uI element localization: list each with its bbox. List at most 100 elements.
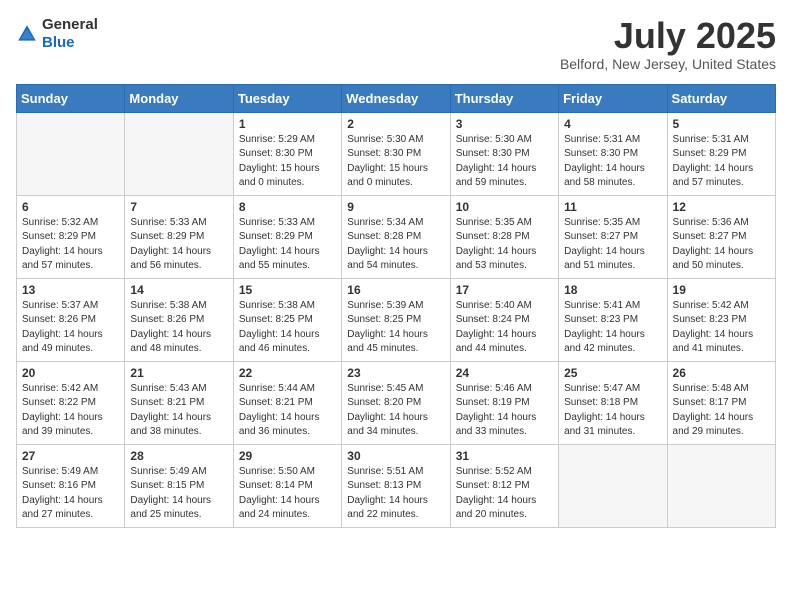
day-info-14: Sunrise: 5:38 AM Sunset: 8:26 PM Dayligh…	[130, 299, 227, 357]
calendar-cell-w5-d3: 29 Sunrise: 5:50 AM Sunset: 8:14 PM Dayli…	[233, 444, 341, 527]
day-info-19: Sunrise: 5:42 AM Sunset: 8:23 PM Dayligh…	[673, 299, 770, 357]
day-info-1: Sunrise: 5:29 AM Sunset: 8:30 PM Dayligh…	[239, 133, 336, 191]
location: Belford, New Jersey, United States	[560, 56, 776, 72]
calendar-cell-w4-d1: 20 Sunrise: 5:42 AM Sunset: 8:22 PM Dayli…	[17, 361, 125, 444]
header-thursday: Thursday	[450, 84, 558, 112]
calendar-body: 1Sunrise: 5:29 AM Sunset: 8:30 PM Daylig…	[17, 112, 776, 527]
calendar-cell-w1-d2	[125, 112, 233, 195]
calendar-cell-w3-d3: 15 Sunrise: 5:38 AM Sunset: 8:25 PM Dayli…	[233, 278, 341, 361]
day-info-20: Sunrise: 5:42 AM Sunset: 8:22 PM Dayligh…	[22, 382, 119, 440]
logo-text: General Blue	[42, 16, 98, 52]
day-info-24: Sunrise: 5:46 AM Sunset: 8:19 PM Dayligh…	[456, 382, 553, 440]
calendar-cell-w3-d2: 14Sunrise: 5:38 AM Sunset: 8:26 PM Dayli…	[125, 278, 233, 361]
day-number-29: 29	[239, 449, 336, 463]
day-number-20: 20	[22, 366, 119, 380]
day-number-18: 18	[564, 283, 661, 297]
day-info-27: Sunrise: 5:49 AM Sunset: 8:16 PM Dayligh…	[22, 465, 119, 523]
week-row-4: 20 Sunrise: 5:42 AM Sunset: 8:22 PM Dayli…	[17, 361, 776, 444]
day-number-19: 19	[673, 283, 770, 297]
calendar-cell-w3-d5: 17 Sunrise: 5:40 AM Sunset: 8:24 PM Dayli…	[450, 278, 558, 361]
week-row-3: 13 Sunrise: 5:37 AM Sunset: 8:26 PM Dayli…	[17, 278, 776, 361]
calendar-cell-w2-d5: 10 Sunrise: 5:35 AM Sunset: 8:28 PM Dayli…	[450, 195, 558, 278]
day-info-13: Sunrise: 5:37 AM Sunset: 8:26 PM Dayligh…	[22, 299, 119, 357]
calendar-cell-w1-d1	[17, 112, 125, 195]
day-number-30: 30	[347, 449, 444, 463]
calendar-cell-w3-d1: 13 Sunrise: 5:37 AM Sunset: 8:26 PM Dayli…	[17, 278, 125, 361]
day-info-5: Sunrise: 5:31 AM Sunset: 8:29 PM Dayligh…	[673, 133, 770, 191]
calendar-cell-w3-d6: 18 Sunrise: 5:41 AM Sunset: 8:23 PM Dayli…	[559, 278, 667, 361]
calendar-table: Sunday Monday Tuesday Wednesday Thursday…	[16, 84, 776, 528]
day-number-22: 22	[239, 366, 336, 380]
day-number-17: 17	[456, 283, 553, 297]
day-number-12: 12	[673, 200, 770, 214]
day-info-31: Sunrise: 5:52 AM Sunset: 8:12 PM Dayligh…	[456, 465, 553, 523]
calendar-cell-w5-d7	[667, 444, 775, 527]
day-info-16: Sunrise: 5:39 AM Sunset: 8:25 PM Dayligh…	[347, 299, 444, 357]
day-info-7: Sunrise: 5:33 AM Sunset: 8:29 PM Dayligh…	[130, 216, 227, 274]
week-row-5: 27 Sunrise: 5:49 AM Sunset: 8:16 PM Dayli…	[17, 444, 776, 527]
calendar-cell-w5-d1: 27 Sunrise: 5:49 AM Sunset: 8:16 PM Dayli…	[17, 444, 125, 527]
day-number-7: 7	[130, 200, 227, 214]
day-number-3: 3	[456, 117, 553, 131]
calendar-cell-w4-d4: 23 Sunrise: 5:45 AM Sunset: 8:20 PM Dayli…	[342, 361, 450, 444]
calendar-cell-w2-d3: 8 Sunrise: 5:33 AM Sunset: 8:29 PM Daylig…	[233, 195, 341, 278]
calendar-cell-w2-d2: 7 Sunrise: 5:33 AM Sunset: 8:29 PM Daylig…	[125, 195, 233, 278]
day-number-26: 26	[673, 366, 770, 380]
day-info-12: Sunrise: 5:36 AM Sunset: 8:27 PM Dayligh…	[673, 216, 770, 274]
day-number-4: 4	[564, 117, 661, 131]
day-info-8: Sunrise: 5:33 AM Sunset: 8:29 PM Dayligh…	[239, 216, 336, 274]
day-info-18: Sunrise: 5:41 AM Sunset: 8:23 PM Dayligh…	[564, 299, 661, 357]
day-info-23: Sunrise: 5:45 AM Sunset: 8:20 PM Dayligh…	[347, 382, 444, 440]
day-info-17: Sunrise: 5:40 AM Sunset: 8:24 PM Dayligh…	[456, 299, 553, 357]
calendar-cell-w2-d6: 11 Sunrise: 5:35 AM Sunset: 8:27 PM Dayli…	[559, 195, 667, 278]
calendar-cell-w1-d3: 1Sunrise: 5:29 AM Sunset: 8:30 PM Daylig…	[233, 112, 341, 195]
month-title: July 2025	[560, 16, 776, 56]
header-saturday: Saturday	[667, 84, 775, 112]
day-info-28: Sunrise: 5:49 AM Sunset: 8:15 PM Dayligh…	[130, 465, 227, 523]
calendar-cell-w3-d4: 16 Sunrise: 5:39 AM Sunset: 8:25 PM Dayli…	[342, 278, 450, 361]
calendar-cell-w4-d5: 24 Sunrise: 5:46 AM Sunset: 8:19 PM Dayli…	[450, 361, 558, 444]
day-number-15: 15	[239, 283, 336, 297]
day-info-30: Sunrise: 5:51 AM Sunset: 8:13 PM Dayligh…	[347, 465, 444, 523]
calendar-cell-w5-d2: 28 Sunrise: 5:49 AM Sunset: 8:15 PM Dayli…	[125, 444, 233, 527]
day-number-21: 21	[130, 366, 227, 380]
day-number-27: 27	[22, 449, 119, 463]
days-of-week-row: Sunday Monday Tuesday Wednesday Thursday…	[17, 84, 776, 112]
day-info-10: Sunrise: 5:35 AM Sunset: 8:28 PM Dayligh…	[456, 216, 553, 274]
day-info-11: Sunrise: 5:35 AM Sunset: 8:27 PM Dayligh…	[564, 216, 661, 274]
day-number-24: 24	[456, 366, 553, 380]
day-info-3: Sunrise: 5:30 AM Sunset: 8:30 PM Dayligh…	[456, 133, 553, 191]
logo-blue: Blue	[42, 34, 75, 51]
calendar-cell-w1-d6: 4Sunrise: 5:31 AM Sunset: 8:30 PM Daylig…	[559, 112, 667, 195]
title-block: July 2025 Belford, New Jersey, United St…	[560, 16, 776, 72]
day-number-25: 25	[564, 366, 661, 380]
day-number-31: 31	[456, 449, 553, 463]
day-number-5: 5	[673, 117, 770, 131]
calendar-cell-w4-d7: 26Sunrise: 5:48 AM Sunset: 8:17 PM Dayli…	[667, 361, 775, 444]
calendar-header: Sunday Monday Tuesday Wednesday Thursday…	[17, 84, 776, 112]
calendar-cell-w2-d1: 6Sunrise: 5:32 AM Sunset: 8:29 PM Daylig…	[17, 195, 125, 278]
day-number-11: 11	[564, 200, 661, 214]
calendar-cell-w1-d5: 3 Sunrise: 5:30 AM Sunset: 8:30 PM Daylig…	[450, 112, 558, 195]
calendar-cell-w2-d4: 9Sunrise: 5:34 AM Sunset: 8:28 PM Daylig…	[342, 195, 450, 278]
day-info-2: Sunrise: 5:30 AM Sunset: 8:30 PM Dayligh…	[347, 133, 444, 191]
calendar-cell-w4-d2: 21 Sunrise: 5:43 AM Sunset: 8:21 PM Dayli…	[125, 361, 233, 444]
day-info-15: Sunrise: 5:38 AM Sunset: 8:25 PM Dayligh…	[239, 299, 336, 357]
day-number-16: 16	[347, 283, 444, 297]
day-info-29: Sunrise: 5:50 AM Sunset: 8:14 PM Dayligh…	[239, 465, 336, 523]
day-number-13: 13	[22, 283, 119, 297]
day-number-2: 2	[347, 117, 444, 131]
day-number-8: 8	[239, 200, 336, 214]
calendar-cell-w1-d7: 5 Sunrise: 5:31 AM Sunset: 8:29 PM Daylig…	[667, 112, 775, 195]
day-number-10: 10	[456, 200, 553, 214]
day-info-25: Sunrise: 5:47 AM Sunset: 8:18 PM Dayligh…	[564, 382, 661, 440]
calendar-cell-w4-d6: 25 Sunrise: 5:47 AM Sunset: 8:18 PM Dayli…	[559, 361, 667, 444]
day-number-28: 28	[130, 449, 227, 463]
logo: General Blue	[16, 16, 98, 52]
calendar-cell-w5-d5: 31 Sunrise: 5:52 AM Sunset: 8:12 PM Dayli…	[450, 444, 558, 527]
day-info-21: Sunrise: 5:43 AM Sunset: 8:21 PM Dayligh…	[130, 382, 227, 440]
day-number-23: 23	[347, 366, 444, 380]
calendar-cell-w1-d4: 2 Sunrise: 5:30 AM Sunset: 8:30 PM Daylig…	[342, 112, 450, 195]
logo-general: General	[42, 16, 98, 33]
calendar-cell-w5-d4: 30 Sunrise: 5:51 AM Sunset: 8:13 PM Dayli…	[342, 444, 450, 527]
